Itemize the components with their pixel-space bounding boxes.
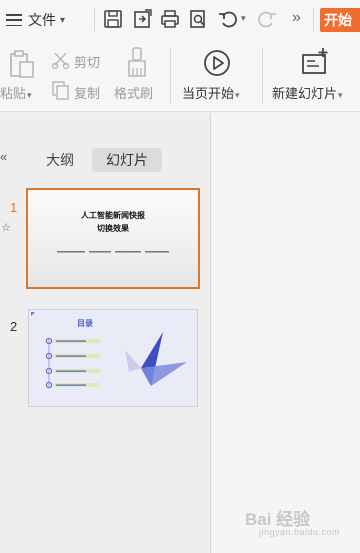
play-icon[interactable] (202, 48, 232, 78)
tab-slides[interactable]: 幻灯片 (92, 148, 162, 172)
paste-button[interactable]: 粘贴▾ (0, 83, 32, 102)
divider (262, 48, 263, 104)
slide-subtitle-lines (28, 250, 198, 254)
divider (170, 48, 171, 104)
copy-icon (52, 81, 69, 100)
slide-thumbnail-1[interactable]: 人工智能新闻快报 切换效果 (26, 188, 200, 289)
quick-access-bar: 文件 ▾ ▾ » 开始 (0, 0, 360, 40)
slide-number: 1 (10, 200, 18, 215)
save-icon[interactable] (102, 8, 124, 30)
divider (94, 7, 95, 31)
cut-button[interactable]: 剪切 (74, 52, 100, 71)
play-from-current-button[interactable]: 当页开始▾ (182, 83, 240, 102)
divider (313, 7, 314, 31)
chevron-down-icon: ▾ (27, 90, 32, 100)
collapse-pane-icon[interactable]: « (0, 149, 7, 164)
tab-start[interactable]: 开始 (320, 8, 360, 32)
slide-2-graphic (31, 312, 187, 389)
file-menu-label: 文件 (28, 12, 56, 28)
slide-thumbnail-2[interactable]: 目录 (28, 309, 198, 407)
new-slide-icon[interactable] (299, 46, 331, 78)
watermark-url: jingyan.baidu.com (259, 527, 341, 537)
undo-icon[interactable] (217, 8, 239, 30)
paste-icon[interactable] (6, 48, 36, 80)
chevron-down-icon: ▾ (235, 90, 240, 100)
slides-pane: « 大纲 幻灯片 1 ☆ 人工智能新闻快报 切换效果 2 目录 (0, 113, 211, 553)
copy-button[interactable]: 复制 (74, 83, 100, 102)
play-from-current-label: 当页开始 (182, 86, 235, 101)
file-menu-button[interactable]: 文件 ▾ (6, 9, 86, 31)
slide-number: 2 (10, 319, 18, 334)
scissors-icon (51, 52, 70, 69)
slide-title-line: 人工智能新闻快报 (81, 211, 145, 220)
undo-dropdown-icon[interactable]: ▾ (241, 13, 246, 24)
watermark-logo: Bai 经验 jingyan.baidu.com (245, 505, 340, 537)
subtitle-placeholder-lines (57, 251, 169, 253)
hamburger-icon (6, 14, 22, 26)
paste-label: 粘贴 (0, 86, 27, 101)
print-preview-icon[interactable] (187, 8, 209, 30)
tab-outline[interactable]: 大纲 (40, 148, 80, 172)
redo-icon (258, 11, 276, 28)
more-icon[interactable]: » (292, 9, 301, 27)
slide-title-line: 切换效果 (97, 224, 129, 233)
format-painter-icon (128, 47, 146, 77)
animation-star-icon: ☆ (1, 222, 11, 234)
chevron-down-icon: ▾ (338, 90, 343, 100)
export-icon[interactable] (131, 8, 153, 30)
slide-canvas[interactable] (212, 113, 360, 553)
new-slide-button[interactable]: 新建幻灯片▾ (272, 83, 343, 102)
chevron-down-icon: ▾ (60, 14, 66, 26)
format-painter-button[interactable]: 格式刷 (114, 83, 153, 102)
new-slide-label: 新建幻灯片 (272, 86, 338, 101)
ribbon: 粘贴▾ 剪切 复制 格式刷 当页开始▾ 新建幻灯片▾ (0, 40, 360, 112)
print-icon[interactable] (159, 8, 181, 30)
